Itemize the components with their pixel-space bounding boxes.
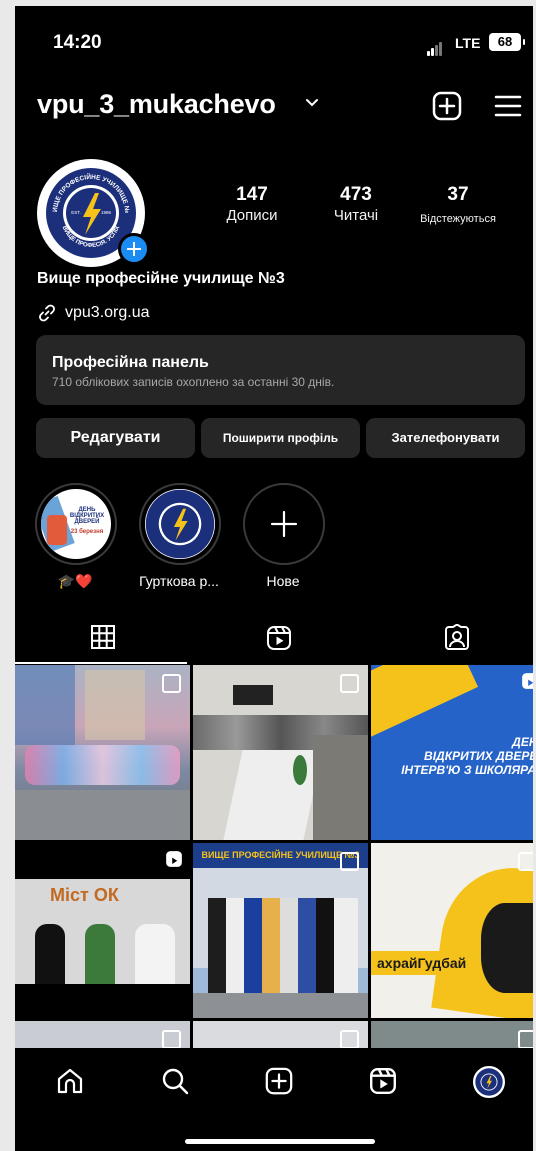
home-indicator [185,1139,375,1144]
add-story-plus-icon[interactable] [118,233,150,265]
post-thumbnail[interactable] [193,1021,368,1051]
select-checkbox[interactable] [162,674,181,693]
profile-nav-avatar[interactable] [473,1066,505,1098]
grid-icon[interactable] [90,624,116,650]
home-icon[interactable] [55,1066,85,1096]
link-icon [39,304,55,322]
status-bar: 14:20 LTE 68 [15,6,533,76]
post-thumbnail[interactable] [371,1021,533,1051]
dashboard-subtitle: 710 облікових записів охоплено за останн… [52,375,335,389]
college-logo-small [145,489,215,559]
menu-icon[interactable] [493,90,523,122]
stat-posts-label: Дописи [226,207,278,224]
highlight-cover-title: ДЕНЬ ВІДКРИТИХ ДВЕРЕЙ [69,507,105,525]
profile-tabs [15,616,533,664]
search-icon[interactable] [160,1066,190,1096]
bottom-navigation [15,1048,533,1151]
highlight-item[interactable]: Гурткова р... [139,483,221,589]
profile-username[interactable]: vpu_3_mukachevo [37,89,276,120]
post-thumbnail[interactable]: ДЕНЬ ВІДКРИТИХ ДВЕРЕЙ ІНТЕРВ'Ю З ШКОЛЯРА… [371,665,533,840]
reels-icon[interactable] [368,1066,398,1096]
highlight-cover [139,483,221,565]
plus-icon [270,510,298,538]
reels-tab-icon[interactable] [265,624,293,652]
active-tab-indicator [15,662,187,664]
phone-screen: 14:20 LTE 68 vpu_3_mukachevo ВИЩЕ [15,6,533,1151]
create-post-icon[interactable] [431,90,463,122]
chevron-down-icon[interactable] [305,98,319,108]
highlight-cover: ДЕНЬ ВІДКРИТИХ ДВЕРЕЙ 23 березня [35,483,117,565]
reel-badge-icon [522,673,533,689]
reel-badge-icon [166,851,182,867]
professional-dashboard[interactable]: Професійна панель 710 облікових записів … [36,335,525,405]
select-checkbox[interactable] [340,1030,359,1049]
post-title-line2: ВІДКРИТИХ ДВЕРЕЙ [424,749,533,763]
post-title-line3: ІНТЕРВ'Ю З ШКОЛЯРАМ [401,763,533,777]
stat-following[interactable]: 37 Відстежуються [403,184,513,229]
profile-link[interactable]: vpu3.org.ua [37,303,150,323]
post-thumbnail[interactable]: ахрайГудбай [371,843,533,1018]
select-checkbox[interactable] [340,852,359,871]
highlight-label: Нове [266,573,300,589]
stat-followers-value: 473 [340,184,372,205]
post-thumbnail[interactable] [15,665,190,840]
select-checkbox[interactable] [518,1030,533,1049]
logo-est: EST. [71,210,81,215]
dashboard-title: Професійна панель [52,354,209,371]
profile-full-name: Вище професійне училище №3 [37,270,285,287]
call-button[interactable]: Зателефонувати [366,418,525,458]
highlight-label: 🎓❤️ [57,573,93,589]
network-type: LTE [455,35,481,51]
select-checkbox[interactable] [162,1030,181,1049]
stat-followers[interactable]: 473 Читачі [301,184,411,226]
highlight-item[interactable]: ДЕНЬ ВІДКРИТИХ ДВЕРЕЙ 23 березня 🎓❤️ [35,483,117,590]
highlight-cover-date: 23 березня [70,529,104,535]
stat-followers-label: Читачі [333,207,379,224]
college-logo-tiny [475,1068,503,1096]
stat-following-label: Відстежуються [420,213,496,225]
select-checkbox[interactable] [340,674,359,693]
post-thumbnail[interactable] [15,1021,190,1051]
battery-level: 68 [497,34,513,49]
tagged-icon[interactable] [443,624,471,652]
post-thumbnail[interactable] [193,665,368,840]
highlight-label: Гурткова р... [139,573,219,589]
post-caption: ахрайГудбай [371,951,477,975]
post-title-line1: ДЕНЬ [512,735,533,749]
share-profile-button[interactable]: Поширити профіль [201,418,360,458]
profile-link-text: vpu3.org.ua [65,304,150,321]
signal-icon [427,38,443,56]
stat-posts[interactable]: 147 Дописи [197,184,307,226]
stat-posts-value: 147 [236,184,268,205]
new-highlight-button[interactable]: Нове [243,483,325,589]
post-thumbnail[interactable]: ВИЩЕ ПРОФЕСІЙНЕ УЧИЛИЩЕ №3 [193,843,368,1018]
select-checkbox[interactable] [518,852,533,871]
new-post-icon[interactable] [264,1066,294,1096]
edit-profile-button[interactable]: Редагувати [36,418,195,458]
status-time: 14:20 [53,32,102,53]
logo-year: 1986 [101,210,112,215]
post-sign: Міст ОК [50,885,119,905]
post-thumbnail[interactable]: Міст ОК [15,843,190,1018]
battery-icon: 68 [489,33,525,51]
stat-following-value: 37 [447,184,469,205]
new-highlight-circle [243,483,325,565]
